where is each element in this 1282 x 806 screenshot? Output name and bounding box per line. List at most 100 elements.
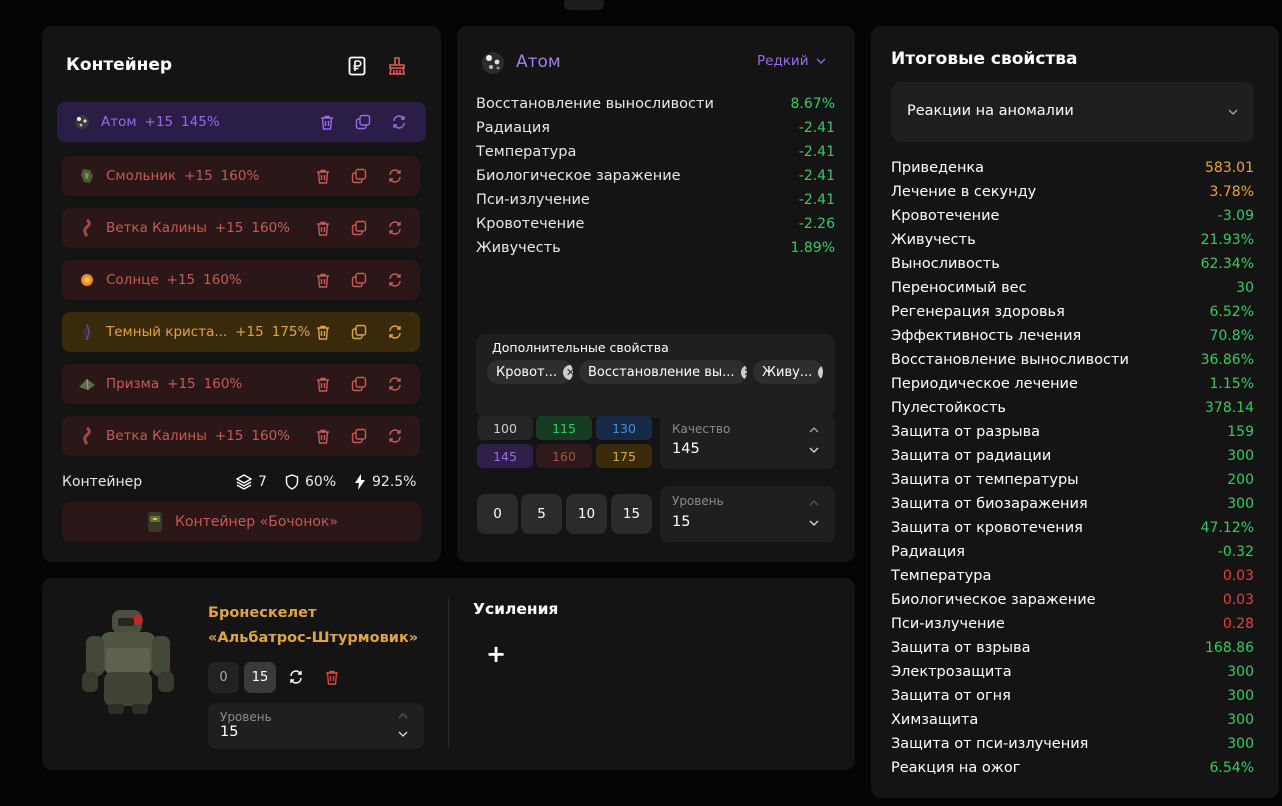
copy-icon[interactable] [354,113,372,131]
chevron-up-icon[interactable] [398,713,408,719]
copy-icon[interactable] [350,427,368,445]
refresh-icon[interactable] [386,167,404,185]
quality-button-100[interactable]: 100 [477,416,533,440]
chevron-down-icon[interactable] [809,520,819,526]
copy-icon[interactable] [350,323,368,341]
close-icon[interactable]: ✕ [563,364,573,380]
quality-button-115[interactable]: 115 [536,416,592,440]
price-icon[interactable] [346,55,368,77]
refresh-icon[interactable] [288,669,304,685]
quality-button-145[interactable]: 145 [477,444,533,468]
total-name: Защита от пси-излучения [891,736,1089,752]
barrel-icon [145,510,165,534]
container-type-button[interactable]: Контейнер «Бочонок» [62,502,421,542]
totals-row: Защита от температуры 200 [891,468,1254,492]
totals-row: Защита от взрыва 168.86 [891,636,1254,660]
refresh-icon[interactable] [386,271,404,289]
total-name: Выносливость [891,256,1000,272]
copy-icon[interactable] [350,219,368,237]
total-value: 21.93% [1200,232,1254,248]
artifact-stat-row: Температура -2.41 [476,140,835,164]
level-button-5[interactable]: 5 [521,494,562,534]
total-value: 300 [1227,712,1254,728]
protection-stat: 60% [285,474,336,490]
container-item-smolnik[interactable]: Смольник +15 160% [62,156,420,196]
level-label: Уровень [672,494,724,508]
container-item-kalina-1[interactable]: Ветка Калины +15 160% [62,208,420,248]
upgrade-max-button[interactable]: 15 [244,662,276,693]
total-value: 300 [1227,688,1254,704]
container-item-prism[interactable]: Призма +15 160% [62,364,420,404]
trash-icon[interactable] [314,167,332,185]
level-button-10[interactable]: 10 [566,494,607,534]
trash-icon[interactable] [314,323,332,341]
copy-icon[interactable] [350,271,368,289]
trash-icon[interactable] [325,670,339,685]
add-boost-button[interactable]: + [486,642,506,666]
chevron-down-icon[interactable] [398,731,408,737]
quality-select[interactable]: Качество 145 [660,414,835,469]
trash-icon[interactable] [318,113,336,131]
container-item-dark-crystal[interactable]: Темный криста... +15 175% [62,312,420,352]
totals-row: Приведенка 583.01 [891,156,1254,180]
chevron-up-icon[interactable] [809,427,819,433]
total-value: 0.03 [1222,568,1254,584]
refresh-icon[interactable] [386,219,404,237]
container-item-sun[interactable]: Солнце +15 160% [62,260,420,300]
container-type-label: Контейнер «Бочонок» [175,514,338,530]
extra-property-chip[interactable]: Живу...✕ [753,360,823,384]
refresh-icon[interactable] [386,427,404,445]
filter-select[interactable]: Реакции на аномалии [891,82,1254,142]
trash-icon[interactable] [314,271,332,289]
item-percent: 160% [220,168,260,184]
armor-level-select[interactable]: Уровень 15 [208,703,424,749]
rarity-select[interactable]: Редкий [757,53,826,69]
refresh-icon[interactable] [386,323,404,341]
copy-icon[interactable] [350,375,368,393]
total-name: Электрозащита [891,664,1012,680]
container-item-kalina-2[interactable]: Ветка Калины +15 160% [62,416,420,456]
quality-button-160[interactable]: 160 [536,444,592,468]
stat-name: Восстановление выносливости [476,96,714,112]
chevron-down-icon[interactable] [809,447,819,453]
total-value: 3.78% [1209,184,1254,200]
refresh-icon[interactable] [386,375,404,393]
container-item-atom[interactable]: Атом +15 145% [57,102,426,142]
stat-value: -2.41 [798,192,835,208]
item-percent: 160% [203,272,242,288]
total-value: 0.28 [1222,616,1254,632]
totals-row: Защита от разрыва 159 [891,420,1254,444]
trash-icon[interactable] [314,375,332,393]
totals-row: Эффективность лечения 70.8% [891,324,1254,348]
artifact-stat-row: Радиация -2.41 [476,116,835,140]
total-name: Защита от температуры [891,472,1079,488]
artifact-stat-row: Биологическое заражение -2.41 [476,164,835,188]
level-button-0[interactable]: 0 [477,494,518,534]
quality-button-175[interactable]: 175 [596,444,652,468]
item-percent: 160% [203,376,243,392]
broom-icon[interactable] [386,55,408,77]
extra-property-chip[interactable]: Восстановление вы...✕ [579,360,747,384]
copy-icon[interactable] [350,167,368,185]
upgrade-min-button[interactable]: 0 [208,662,239,693]
quality-label: Качество [672,422,731,436]
totals-row: Пси-излучение 0.28 [891,612,1254,636]
lightning-icon [354,474,366,490]
trash-icon[interactable] [314,427,332,445]
totals-row: Защита от пси-излучения 300 [891,732,1254,756]
refresh-icon[interactable] [390,113,408,131]
level-select[interactable]: Уровень 15 [660,486,835,542]
chevron-up-icon[interactable] [809,500,819,506]
item-name: Ветка Калины [106,428,207,444]
top-tab-handle[interactable] [564,0,604,10]
stat-value: -2.26 [798,216,835,232]
extra-property-chip[interactable]: Кровот... ✕ [487,360,573,384]
totals-row: Защита от кровотечения 47.12% [891,516,1254,540]
container-title: Контейнер [66,55,173,75]
totals-row: Кровотечение -3.09 [891,204,1254,228]
trash-icon[interactable] [314,219,332,237]
level-button-15[interactable]: 15 [611,494,652,534]
totals-row: Реакция на ожог 6.54% [891,756,1254,780]
quality-button-130[interactable]: 130 [596,416,652,440]
armor-name-line2: «Альбатрос-Штурмовик» [208,630,419,646]
